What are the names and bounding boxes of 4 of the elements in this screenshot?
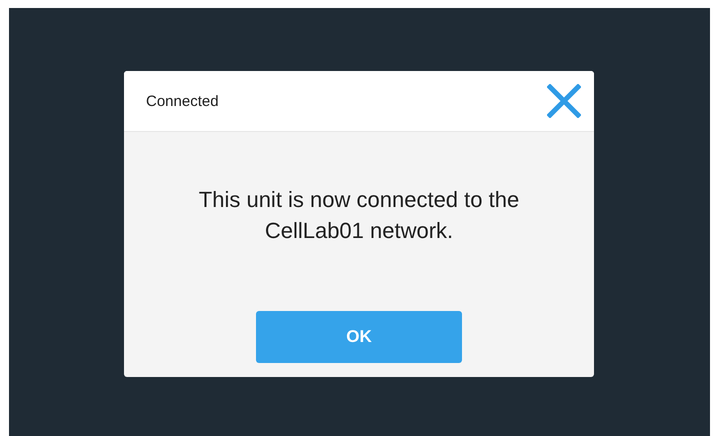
close-icon[interactable] <box>547 84 581 118</box>
ok-button[interactable]: OK <box>256 311 462 363</box>
dialog-message: This unit is now connected to the CellLab01 network. <box>198 186 520 245</box>
dialog-title: Connected <box>146 92 219 110</box>
